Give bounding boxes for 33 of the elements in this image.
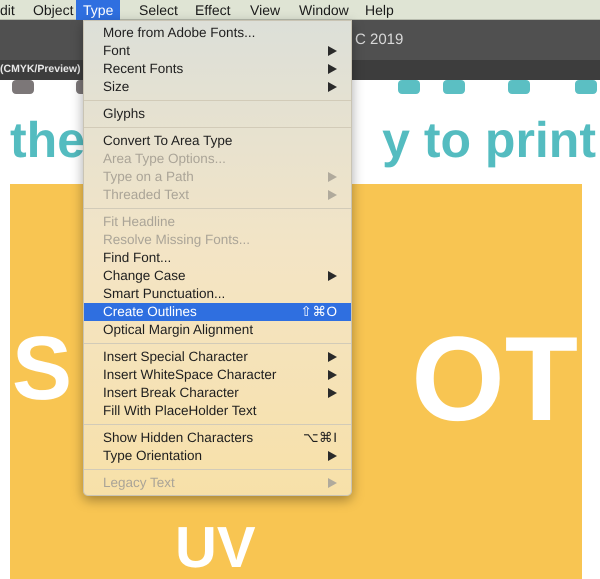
menu-item[interactable]: More from Adobe Fonts... xyxy=(84,24,351,42)
menu-bar-item[interactable]: Type xyxy=(76,0,120,20)
menu-item[interactable]: Recent Fonts xyxy=(84,60,351,78)
poster-letter: OT xyxy=(411,324,578,434)
shortcut-text: ⇧⌘O xyxy=(300,302,337,321)
menu-bar-item[interactable]: Help xyxy=(358,0,401,20)
menu-item[interactable]: Convert To Area Type xyxy=(84,132,351,150)
menu-item[interactable]: Optical Margin Alignment xyxy=(84,321,351,339)
menu-bar-item[interactable]: Select xyxy=(132,0,185,20)
document-tab[interactable]: (CMYK/Preview) xyxy=(0,62,81,78)
menu-item[interactable]: Insert Break Character xyxy=(84,384,351,402)
menu-item[interactable]: Size xyxy=(84,78,351,96)
shortcut-text: ⌥⌘I xyxy=(303,428,337,447)
menu-item[interactable]: Find Font... xyxy=(84,249,351,267)
menu-item[interactable]: Font xyxy=(84,42,351,60)
heading-text: the xyxy=(10,115,85,165)
menu-item[interactable]: Show Hidden Characters ⌥⌘I xyxy=(84,429,351,447)
menu-item[interactable]: Fill With PlaceHolder Text xyxy=(84,402,351,420)
poster-letter: UV xyxy=(175,520,256,576)
menu-item[interactable]: Type Orientation xyxy=(84,447,351,465)
menu-item[interactable]: Glyphs xyxy=(84,105,351,123)
window-title: C 2019 xyxy=(355,30,404,50)
menu-bar-item[interactable]: Effect xyxy=(188,0,238,20)
menu-bar-item[interactable]: dit xyxy=(0,0,22,20)
menu-item[interactable]: Insert Special Character xyxy=(84,348,351,366)
menu-bar-item[interactable]: Window xyxy=(292,0,356,20)
menu-item[interactable]: Smart Punctuation... xyxy=(84,285,351,303)
poster-letter: S xyxy=(12,324,72,414)
heading-text: y to print xyxy=(382,115,596,165)
menu-item[interactable]: Insert WhiteSpace Character xyxy=(84,366,351,384)
menu-item[interactable]: Create Outlines ⇧⌘O xyxy=(84,303,351,321)
menu-item[interactable]: Change Case xyxy=(84,267,351,285)
menu-bar-item[interactable]: View xyxy=(243,0,288,20)
